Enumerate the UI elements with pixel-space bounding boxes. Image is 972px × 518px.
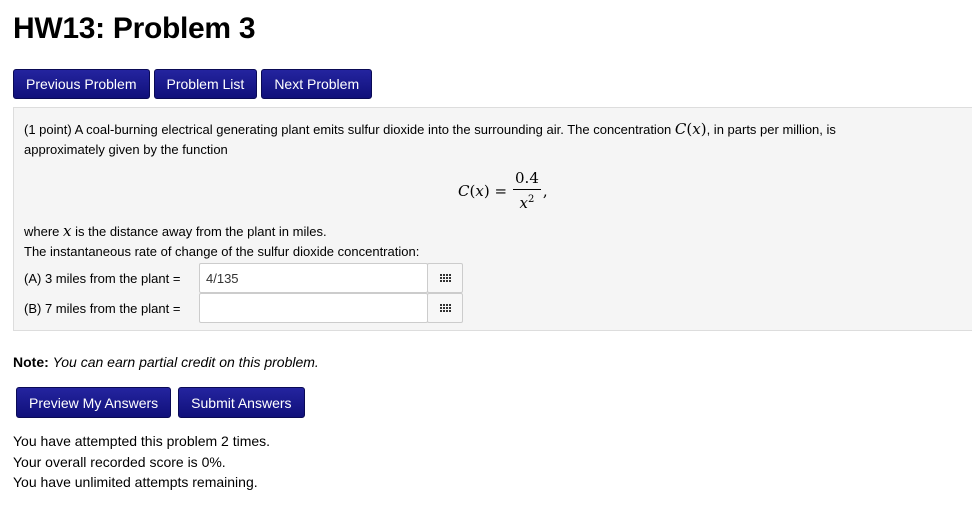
problem-intro: A coal-burning electrical generating pla… (74, 122, 672, 137)
answer-label-b: (B) 7 miles from the plant = (24, 300, 181, 316)
rate-question: The instantaneous rate of change of the … (24, 244, 420, 259)
answer-input-a[interactable] (199, 263, 428, 293)
recorded-score: Your overall recorded score is 0%. (13, 453, 226, 470)
note-text: You can earn partial credit on this prob… (52, 354, 319, 370)
answer-input-b[interactable] (199, 293, 428, 323)
answer-row-a: (A) 3 miles from the plant = (24, 263, 463, 293)
preview-answers-button[interactable]: Preview My Answers (16, 387, 172, 418)
distance-explanation: where x is the distance away from the pl… (24, 222, 327, 240)
attempts-remaining: You have unlimited attempts remaining. (13, 474, 258, 490)
problem-details: where x is the distance away from the pl… (24, 221, 419, 262)
answer-actions: Preview My Answers Submit Answers (16, 387, 305, 418)
partial-credit-note: Note: You can earn partial credit on thi… (13, 354, 319, 370)
function-name: C (674, 120, 687, 138)
attempts-count: You have attempted this problem 2 times. (13, 433, 271, 449)
problem-list-button[interactable]: Problem List (153, 69, 258, 99)
problem-statement: (1 point) A coal-burning electrical gene… (24, 120, 836, 157)
point-value: (1 point) (24, 122, 72, 137)
attempt-status: You have attempted this problem 2 times.… (13, 431, 270, 493)
problem-intro-line-2: approximately given by the function (24, 142, 228, 157)
answer-label-a: (A) 3 miles from the plant = (24, 270, 181, 286)
note-label: Note: (13, 354, 49, 370)
equation-editor-button-a[interactable] (427, 263, 463, 293)
formula-fraction: 0.4 x2 (513, 170, 541, 212)
formula: C(x) = 0.4 x2 , (458, 169, 548, 212)
grid-icon (439, 274, 451, 282)
answer-row-b: (B) 7 miles from the plant = (24, 293, 463, 323)
equation-editor-button-b[interactable] (427, 293, 463, 323)
previous-problem-button[interactable]: Previous Problem (13, 69, 150, 99)
problem-intro-continued: , in parts per million, is (706, 122, 836, 137)
problem-navigation: Previous Problem Problem List Next Probl… (13, 69, 373, 99)
function-variable: x (692, 120, 701, 138)
formula-numerator: 0.4 (513, 170, 541, 190)
page-title: HW13: Problem 3 (13, 12, 256, 45)
formula-lhs-var: x (475, 182, 484, 200)
next-problem-button[interactable]: Next Problem (261, 69, 373, 99)
submit-answers-button[interactable]: Submit Answers (178, 387, 305, 418)
grid-icon (439, 304, 451, 312)
formula-lhs-name: C (458, 182, 470, 200)
formula-denominator: x2 (519, 194, 535, 212)
problem-body: (1 point) A coal-burning electrical gene… (13, 107, 972, 331)
